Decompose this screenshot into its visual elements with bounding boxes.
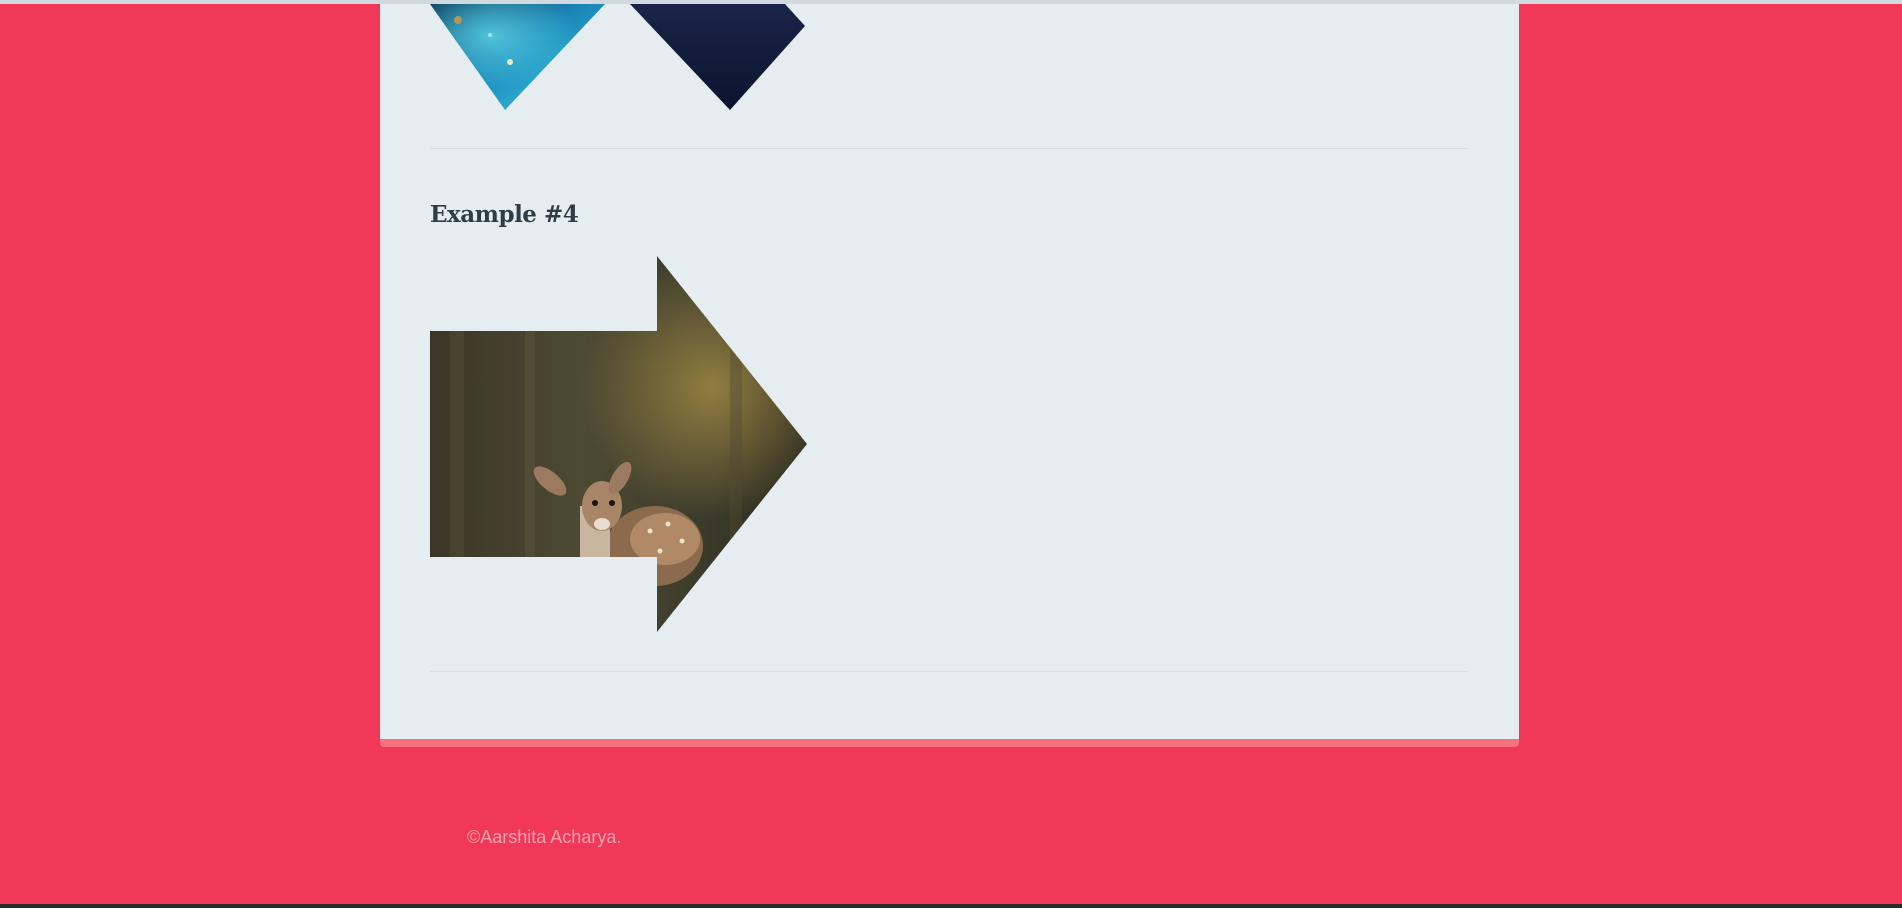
diamond-image-night bbox=[630, 4, 805, 110]
bottom-edge bbox=[0, 904, 1902, 908]
content-card: Example #4 bbox=[380, 4, 1519, 747]
section-divider bbox=[430, 671, 1468, 672]
arrow-image-deer bbox=[430, 256, 807, 632]
diamond-image-ocean bbox=[430, 4, 605, 110]
example-heading: Example #4 bbox=[430, 201, 579, 228]
diamond-images bbox=[430, 4, 805, 110]
section-divider bbox=[430, 148, 1468, 149]
footer-copyright: ©Aarshita Acharya. bbox=[467, 827, 622, 847]
